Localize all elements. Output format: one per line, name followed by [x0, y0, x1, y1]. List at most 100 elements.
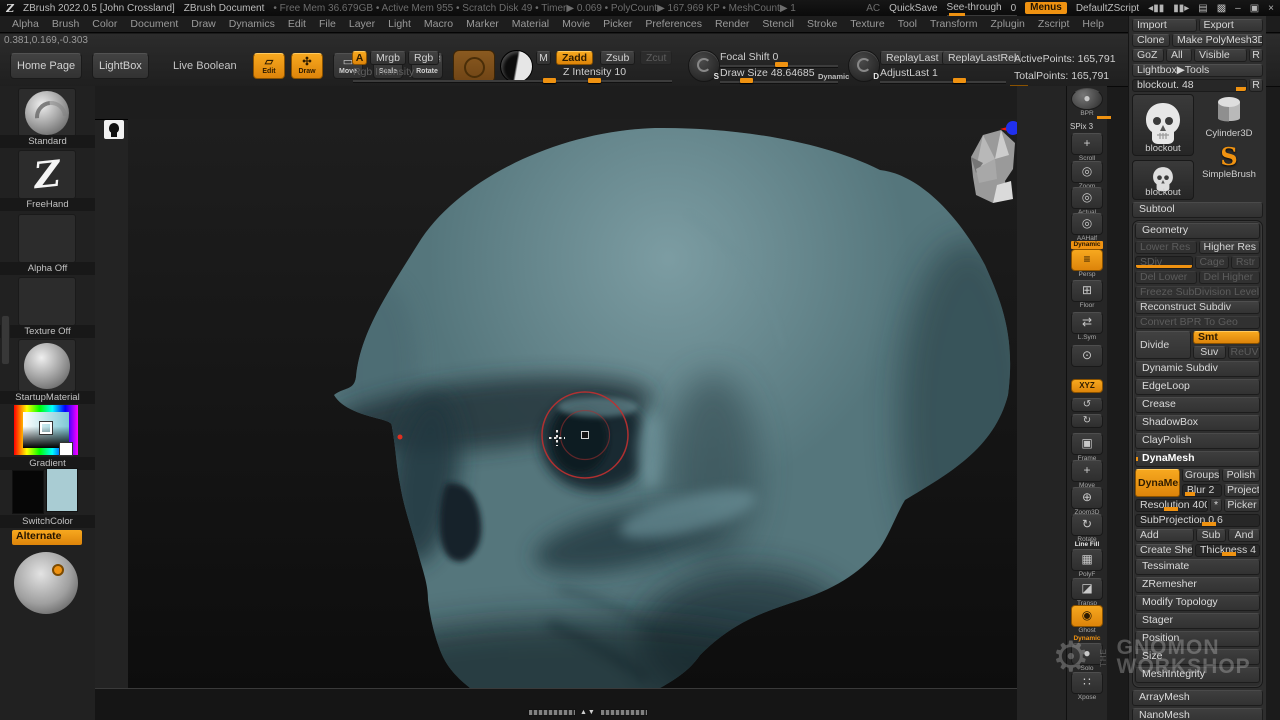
color-picker[interactable] [14, 405, 78, 455]
polish-toggle[interactable]: Polish [1222, 469, 1260, 482]
menu-transform[interactable]: Transform [930, 18, 977, 30]
picker-button[interactable]: Picker [1224, 499, 1260, 512]
smt-toggle[interactable]: Smt [1193, 331, 1260, 344]
dynamesh-section-header[interactable]: DynaMesh [1135, 451, 1260, 467]
menu-render[interactable]: Render [715, 18, 749, 30]
modify-topology-section[interactable]: Modify Topology [1135, 595, 1260, 611]
zadd-toggle[interactable]: Zadd [556, 51, 593, 65]
menus-button[interactable]: Menus [1025, 2, 1067, 14]
divide-button[interactable]: Divide [1135, 331, 1191, 359]
adjust-last-handle[interactable] [953, 78, 966, 83]
menu-edit[interactable]: Edit [288, 18, 306, 30]
project-toggle[interactable]: Project [1224, 484, 1260, 497]
menu-light[interactable]: Light [388, 18, 411, 30]
focal-shift-slider[interactable]: Focal Shift 0 [720, 51, 778, 63]
menu-texture[interactable]: Texture [850, 18, 884, 30]
see-through-slider[interactable]: See-through [947, 2, 1002, 14]
suv-toggle[interactable]: Suv [1193, 346, 1226, 359]
create-shell-button[interactable]: Create Shell [1135, 544, 1193, 557]
recent-tool-thumbnail[interactable]: blockout [1132, 160, 1194, 200]
tray-left-icon[interactable]: ◂▮▮ [1148, 3, 1164, 14]
scroll-canvas-button[interactable]: +Scroll [1071, 133, 1103, 163]
rgb-intensity-handle[interactable] [543, 78, 556, 83]
menu-layer[interactable]: Layer [349, 18, 375, 30]
home-page-button[interactable]: Home Page [10, 53, 82, 79]
resolution-star-button[interactable]: * [1210, 499, 1222, 512]
zcut-toggle[interactable]: Zcut [640, 51, 672, 65]
current-alpha-button[interactable] [18, 214, 76, 263]
replay-last-rel-button[interactable]: ReplayLastRel [942, 51, 1022, 65]
local-symmetry-button[interactable]: ⇄L.Sym [1071, 312, 1103, 342]
lightbox-tools-button[interactable]: Lightbox▶Tools [1132, 64, 1263, 77]
skull-sculpt-viewport[interactable] [128, 119, 1017, 688]
menu-draw[interactable]: Draw [191, 18, 216, 30]
menu-preferences[interactable]: Preferences [645, 18, 702, 30]
blur-slider[interactable]: Blur 2 [1182, 484, 1222, 497]
dynamesh-button[interactable]: DynaMesh [1135, 469, 1180, 497]
dynamic-draw-size-toggle[interactable]: Dynamic [818, 72, 849, 81]
persp-button[interactable]: Dynamic ≡Persp [1071, 241, 1103, 279]
menu-brush[interactable]: Brush [52, 18, 79, 30]
menu-stroke[interactable]: Stroke [807, 18, 837, 30]
rstr-button[interactable]: Rstr [1231, 256, 1260, 269]
simplebrush-tool[interactable]: S SimpleBrush [1196, 145, 1262, 180]
mrgb-toggle[interactable]: Mrgb [370, 51, 406, 65]
higher-res-button[interactable]: Higher Res [1199, 241, 1261, 254]
active-tool-slider-handle[interactable] [1236, 87, 1247, 91]
lower-res-button[interactable]: Lower Res [1135, 241, 1197, 254]
menu-marker[interactable]: Marker [466, 18, 499, 30]
thickness-slider[interactable]: Thickness 4 [1195, 544, 1260, 557]
freeze-subdivision-button[interactable]: Freeze SubDivision Levels [1135, 286, 1260, 299]
move-canvas-button[interactable]: +Move [1071, 460, 1103, 490]
document-canvas[interactable]: ▲▼ [95, 86, 1066, 720]
light-placement-sphere[interactable] [14, 552, 78, 614]
edit-button[interactable]: ▱ Edit [253, 53, 285, 79]
alternate-button[interactable]: Alternate [12, 530, 82, 545]
live-boolean-button[interactable]: Live Boolean [166, 53, 244, 79]
menu-stencil[interactable]: Stencil [762, 18, 794, 30]
make-polymesh3d-button[interactable]: Make PolyMesh3D [1172, 34, 1263, 47]
subprojection-handle[interactable] [1202, 522, 1216, 526]
menu-picker[interactable]: Picker [603, 18, 632, 30]
ghost-button[interactable]: ◉Ghost [1071, 605, 1103, 635]
solo-button[interactable]: Dynamic ●Solo [1071, 635, 1103, 673]
menu-color[interactable]: Color [92, 18, 117, 30]
menu-document[interactable]: Document [130, 18, 178, 30]
cage-button[interactable]: Cage [1195, 256, 1229, 269]
convert-bpr-button[interactable]: Convert BPR To Geo [1135, 316, 1260, 329]
redo-button[interactable]: ↻ [1071, 414, 1103, 428]
frame-button[interactable]: ▣Frame [1071, 433, 1103, 463]
claypolish-section[interactable]: ClayPolish [1135, 433, 1260, 449]
default-zscript-button[interactable]: DefaultZScript [1076, 3, 1139, 14]
add-toggle[interactable]: Add [1135, 529, 1194, 542]
current-material-button[interactable] [500, 50, 533, 83]
resolution-handle[interactable] [1164, 507, 1178, 511]
current-brush-button[interactable] [18, 88, 76, 137]
nanomesh-section[interactable]: NanoMesh [1132, 708, 1263, 720]
spix-slider[interactable]: SPix 3 [1070, 116, 1104, 134]
draw-size-handle[interactable] [740, 78, 753, 83]
menu-dynamics[interactable]: Dynamics [229, 18, 275, 30]
visible-button[interactable]: Visible [1194, 49, 1247, 62]
camview-head-widget[interactable] [971, 130, 1015, 203]
tessimate-section[interactable]: Tessimate [1135, 559, 1260, 575]
secondary-color-swatch[interactable] [46, 468, 78, 512]
tray-scrollbar[interactable] [1, 315, 10, 365]
rotate3d-button[interactable]: ↻Rotate [1071, 514, 1103, 544]
menu-help[interactable]: Help [1082, 18, 1104, 30]
sdiv-slider[interactable]: SDiv [1135, 256, 1193, 269]
import-button[interactable]: Import [1132, 19, 1197, 32]
menu-zscript[interactable]: Zscript [1038, 18, 1070, 30]
xpose-button[interactable]: ∷Xpose [1071, 672, 1103, 702]
menu-movie[interactable]: Movie [562, 18, 590, 30]
resolution-slider[interactable]: Resolution 400 [1135, 499, 1208, 512]
lightbox-button[interactable]: LightBox [92, 53, 149, 79]
main-color-swatch[interactable] [12, 470, 44, 514]
edgeloop-section[interactable]: EdgeLoop [1135, 379, 1260, 395]
menu-material[interactable]: Material [512, 18, 549, 30]
aahalf-button[interactable]: ◎AAHalf [1071, 213, 1103, 243]
spix-handle[interactable] [1097, 116, 1111, 119]
active-tool-slider[interactable]: blockout. 48 [1132, 79, 1247, 92]
del-higher-button[interactable]: Del Higher [1199, 271, 1261, 284]
close-icon[interactable]: × [1268, 3, 1274, 14]
